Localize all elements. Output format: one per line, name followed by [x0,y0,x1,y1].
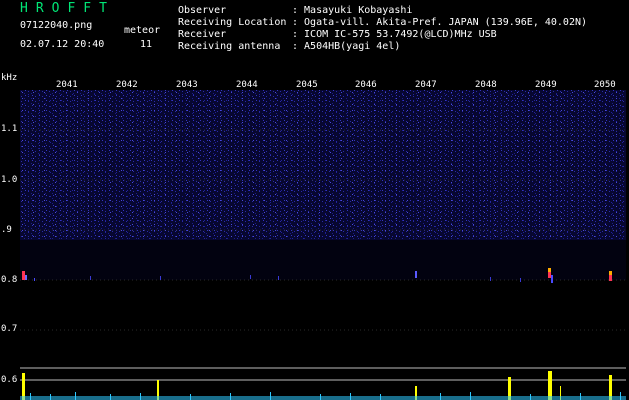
meteor-echo [278,276,279,280]
x-tick-label: 2042 [116,80,138,90]
header-panel: HROFFT 07122040.png 02.07.12 20:40 meteo… [0,0,629,76]
x-tick-label: 2043 [176,80,198,90]
meteor-count: 11 [140,39,153,50]
file-name: 07122040.png [20,20,93,31]
y-tick-label: .9 [1,225,12,235]
x-tick-label: 2049 [535,80,557,90]
antenna-label: Receiving antenna [178,41,281,52]
observer-label: Observer [178,5,227,16]
x-tick-label: 2046 [355,80,377,90]
meteor-echo [548,268,551,272]
y-tick-label: 0.8 [1,275,18,285]
meteor-echo [22,271,25,280]
meteor-echo [34,278,35,281]
location-label: Receiving Location [178,17,287,28]
meteor-echo [548,272,551,278]
spectrogram-plot [20,90,626,400]
x-tick-label: 2041 [56,80,78,90]
app-title: HROFFT [20,1,115,16]
y-tick-label: 0.7 [1,324,18,334]
x-tick-label: 2044 [236,80,258,90]
meteor-echo [520,278,521,282]
y-tick-label: 0.6 [1,375,18,385]
antenna-value: : A504HB(yagi 4el) [292,41,401,52]
signal-bar [548,371,552,400]
meteor-echo [90,276,91,280]
meteor-echo [25,275,27,280]
noise-fade [20,240,626,280]
receiver-label: Receiver [178,29,227,40]
receiver-value: : ICOM IC-575 53.7492(@LCD)MHz USB [292,29,497,40]
location-value: : Ogata-vill. Akita-Pref. JAPAN (139.96E… [292,17,588,28]
meteor-echo [609,271,612,275]
meteor-echo [551,275,553,283]
signal-baseline [20,392,626,400]
x-tick-label: 2050 [594,80,616,90]
x-tick-label: 2048 [475,80,497,90]
meteor-echo [415,271,417,278]
meteor-echo [490,277,491,281]
noise-band-speckle [20,90,626,240]
meteor-echo [609,275,612,281]
x-tick-label: 2047 [415,80,437,90]
timestamp: 02.07.12 20:40 [20,39,105,50]
meteor-label: meteor [124,25,161,36]
meteor-echo [160,276,161,280]
observer-value: : Masayuki Kobayashi [292,5,413,16]
y-tick-label: 1.0 [1,175,18,185]
y-axis-unit: kHz [1,73,18,83]
signal-bar [22,373,25,400]
x-tick-label: 2045 [296,80,318,90]
y-tick-label: 1.1 [1,124,18,134]
meteor-echo [250,275,251,279]
